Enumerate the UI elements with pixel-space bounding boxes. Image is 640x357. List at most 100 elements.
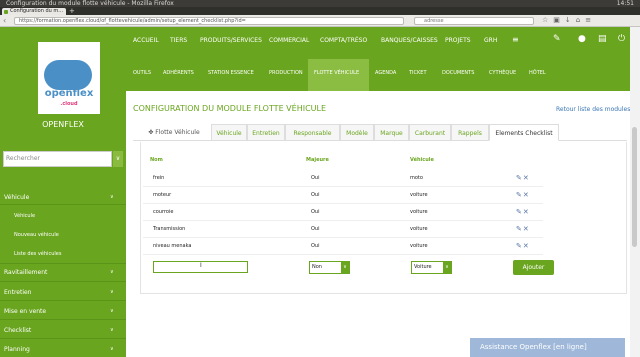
- table-row: frein Oui moto ✎✕: [143, 170, 543, 187]
- topnav-tiers[interactable]: TIERS: [170, 37, 187, 44]
- cell-nom: Transmission: [153, 226, 186, 232]
- window-titlebar: Configuration du module flotte véhicule …: [0, 0, 640, 7]
- brand-name: OPENFLEX: [42, 120, 84, 129]
- tab-carburant[interactable]: Carburant: [409, 124, 451, 141]
- cell-nom: courroie: [153, 209, 174, 215]
- sidebar-item-planning[interactable]: Planning ∨: [4, 346, 114, 353]
- browser-tab[interactable]: Configuration du m...: [2, 8, 66, 15]
- system-clock: 14:51: [616, 0, 634, 7]
- browser-toolbar: ‹ https://formation.openflex.cloud/of_fl…: [0, 15, 640, 27]
- table-row: courroie Oui voiture ✎✕: [143, 204, 543, 221]
- vehicule-select-value: Voiture: [414, 264, 432, 270]
- subnav-production[interactable]: PRODUCTION: [269, 70, 303, 76]
- delete-icon[interactable]: ✕: [523, 208, 530, 216]
- edit-icon[interactable]: ✎: [516, 191, 523, 199]
- sidebar-subitem-nouveau-vehicule[interactable]: Nouveau véhicule: [14, 232, 59, 238]
- table-row: moteur Oui voiture ✎✕: [143, 187, 543, 204]
- topnav-produits-services[interactable]: PRODUITS/SERVICES: [200, 37, 262, 44]
- column-header-nom: Nom: [150, 157, 163, 163]
- subnav-adherents[interactable]: ADHÉRENTS: [163, 70, 194, 76]
- tab-responsable[interactable]: Responsable: [285, 124, 340, 141]
- sidebar-search-input[interactable]: Rechercher: [3, 151, 112, 167]
- back-arrow-icon[interactable]: ‹: [3, 16, 6, 25]
- menu-icon[interactable]: ≡: [512, 35, 519, 44]
- logo-word: openflex: [44, 88, 94, 99]
- print-icon[interactable]: ▤: [598, 34, 607, 44]
- topnav-accueil[interactable]: ACCUEIL: [133, 37, 159, 44]
- sidebar-item-label: Mise en vente: [4, 308, 47, 315]
- topnav-commercial[interactable]: COMMERCIAL: [269, 37, 309, 44]
- sidebar-item-vehicule[interactable]: Véhicule ∨: [4, 194, 114, 201]
- url-field[interactable]: https://formation.openflex.cloud/of_flot…: [14, 17, 404, 25]
- tab-label: Flotte Véhicule: [155, 129, 200, 136]
- subnav-cytheque[interactable]: CYTHÈQUE: [489, 70, 516, 76]
- tab-rappels[interactable]: Rappels: [451, 124, 489, 141]
- sidebar-divider: [0, 281, 126, 282]
- sidebar-divider: [0, 319, 126, 320]
- cell-nom: moteur: [153, 192, 172, 198]
- cell-majeure: Oui: [311, 243, 320, 249]
- back-to-modules-link[interactable]: Retour liste des modules: [556, 106, 630, 113]
- sidebar-item-mise-en-vente[interactable]: Mise en vente ∨: [4, 308, 114, 315]
- delete-icon[interactable]: ✕: [523, 242, 530, 250]
- config-tabs: ✤ Flotte Véhicule Véhicule Entretien Res…: [133, 124, 627, 141]
- page-scrollbar[interactable]: [630, 27, 640, 357]
- delete-icon[interactable]: ✕: [523, 191, 530, 199]
- subnav-agenda[interactable]: AGENDA: [375, 70, 396, 76]
- sidebar-item-label: Ravitaillement: [4, 269, 48, 276]
- settings-icon[interactable]: ✎: [553, 34, 561, 44]
- delete-icon[interactable]: ✕: [523, 225, 530, 233]
- cell-majeure: Oui: [311, 226, 320, 232]
- sidebar-subitem-vehicule[interactable]: Véhicule: [14, 213, 35, 219]
- delete-icon[interactable]: ✕: [523, 174, 530, 182]
- browser-search-field[interactable]: adresse: [414, 17, 534, 25]
- tab-vehicule[interactable]: Véhicule: [211, 124, 247, 141]
- tab-modele[interactable]: Modèle: [340, 124, 374, 141]
- new-tab-button[interactable]: +: [69, 7, 75, 15]
- topnav-banques-caisses[interactable]: BANQUES/CAISSES: [381, 37, 438, 44]
- chevron-down-icon: ∨: [110, 194, 114, 200]
- toolbar-icons[interactable]: ☆▣↓⌂≡: [542, 16, 596, 24]
- edit-icon[interactable]: ✎: [516, 225, 523, 233]
- chevron-down-icon: ∨: [110, 346, 114, 352]
- subnav-station-essence[interactable]: STATION ESSENCE: [208, 70, 254, 76]
- majeure-select[interactable]: Non ∨: [309, 261, 350, 274]
- sidebar-search-button[interactable]: ∨: [113, 151, 123, 167]
- browser-tab-title: Configuration du m...: [10, 8, 64, 14]
- subnav-ticket[interactable]: TICKET: [409, 70, 427, 76]
- edit-icon[interactable]: ✎: [516, 208, 523, 216]
- table-row: Transmission Oui voiture ✎✕: [143, 221, 543, 238]
- tab-marque[interactable]: Marque: [374, 124, 409, 141]
- sidebar-item-entretien[interactable]: Entretien ∨: [4, 289, 114, 296]
- tab-entretien[interactable]: Entretien: [247, 124, 285, 141]
- chevron-down-icon: ∨: [110, 327, 114, 333]
- sidebar-divider: [0, 338, 126, 339]
- row-actions: ✎✕: [516, 208, 530, 217]
- row-actions: ✎✕: [516, 242, 530, 251]
- tab-elements-checklist[interactable]: Elements Checklist: [489, 124, 559, 141]
- logo-suffix: .cloud: [60, 101, 78, 107]
- scrollbar-thumb[interactable]: [632, 127, 637, 247]
- sidebar-item-ravitaillement[interactable]: Ravitaillement ∨: [4, 269, 114, 276]
- subnav-documents[interactable]: DOCUMENTS: [442, 70, 474, 76]
- add-button[interactable]: Ajouter: [513, 260, 554, 275]
- subnav-outils[interactable]: OUTILS: [133, 70, 151, 76]
- assistance-chat-button[interactable]: Assistance Openflex [en ligne]: [470, 338, 625, 357]
- row-actions: ✎✕: [516, 225, 530, 234]
- sidebar-item-checklist[interactable]: Checklist ∨: [4, 327, 114, 334]
- subnav-flotte-vehicule[interactable]: FLOTTE VÉHICULE: [314, 70, 359, 76]
- vehicule-select[interactable]: Voiture ∨: [411, 261, 452, 274]
- user-icon[interactable]: ●: [578, 34, 586, 44]
- power-icon[interactable]: ⏻: [618, 34, 625, 44]
- topnav-compta-treso[interactable]: COMPTA/TRÉSO: [320, 37, 367, 44]
- tab-flotte-vehicule[interactable]: ✤ Flotte Véhicule: [138, 124, 210, 141]
- edit-icon[interactable]: ✎: [516, 174, 523, 182]
- subnav-hotel[interactable]: HÔTEL: [529, 70, 546, 76]
- topnav-grh[interactable]: GRH: [484, 37, 497, 44]
- openflex-logo[interactable]: openflex .cloud: [38, 42, 100, 114]
- cell-majeure: Oui: [311, 175, 320, 181]
- cell-vehicule: voiture: [410, 192, 428, 198]
- sidebar-subitem-liste-vehicules[interactable]: Liste des véhicules: [14, 251, 61, 257]
- topnav-projets[interactable]: PROJETS: [445, 37, 471, 44]
- edit-icon[interactable]: ✎: [516, 242, 523, 250]
